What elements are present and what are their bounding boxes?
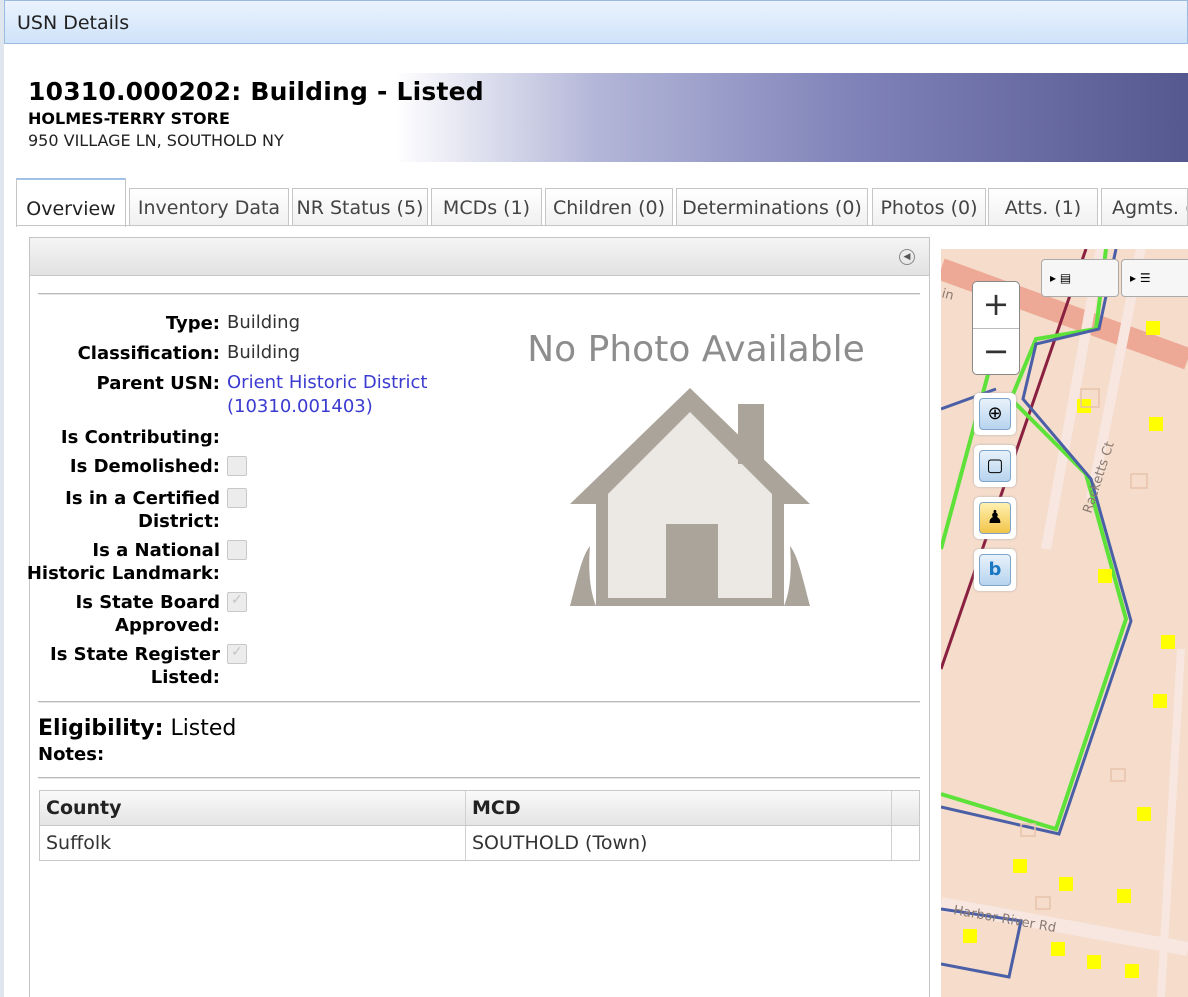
- street-view-icon[interactable]: ♟: [974, 497, 1016, 539]
- type-label: Type:: [165, 313, 220, 334]
- tab-photos[interactable]: Photos (0): [872, 188, 986, 226]
- contributing-label: Is Contributing:: [60, 427, 220, 448]
- parent-usn-number: (10310.001403): [227, 396, 373, 417]
- demolished-label: Is Demolished:: [69, 456, 220, 477]
- separator: [38, 293, 920, 295]
- classification-label: Classification:: [77, 343, 220, 364]
- demolished-checkbox[interactable]: [227, 456, 247, 476]
- property-address: 950 VILLAGE LN, SOUTHOLD NY: [28, 131, 284, 150]
- tab-determinations[interactable]: Determinations (0): [676, 188, 868, 226]
- classification-value: Building: [227, 342, 301, 363]
- eligibility-label: Eligibility:: [38, 716, 164, 741]
- overview-panel: ◀ Type: Building Classification: Buildin…: [27, 237, 930, 997]
- tab-atts[interactable]: Atts. (1): [988, 188, 1098, 226]
- zoom-out-button[interactable]: −: [973, 329, 1019, 375]
- no-photo-text: No Photo Available: [527, 329, 865, 370]
- usn-title: 10310.000202: Building - Listed: [28, 77, 484, 106]
- eligibility-line: Eligibility: Listed: [38, 716, 236, 741]
- tab-nr-status[interactable]: NR Status (5): [292, 188, 428, 226]
- certified-district-checkbox[interactable]: [227, 488, 247, 508]
- parent-usn-label: Parent USN:: [96, 373, 220, 394]
- column-mcd[interactable]: MCD: [466, 791, 892, 825]
- window-titlebar: USN Details: [4, 0, 1188, 44]
- separator: [38, 777, 920, 779]
- bing-maps-icon[interactable]: b: [974, 549, 1016, 591]
- certified-district-label-line1: Is in a Certified: [65, 488, 220, 509]
- table-row[interactable]: Suffolk SOUTHOLD (Town): [40, 826, 919, 860]
- tab-inventory-data[interactable]: Inventory Data: [129, 188, 289, 226]
- zoom-to-icon[interactable]: ⊕: [974, 393, 1016, 435]
- layer-list-toggle-button[interactable]: ▸ ☰: [1121, 259, 1188, 297]
- national-landmark-label-line1: Is a National: [92, 540, 220, 561]
- collapse-icon[interactable]: ◀: [899, 249, 915, 265]
- state-register-label-line1: Is State Register: [50, 644, 220, 665]
- eligibility-value: Listed: [170, 716, 237, 741]
- column-county[interactable]: County: [40, 791, 466, 825]
- national-landmark-label-line2: Historic Landmark:: [26, 563, 220, 584]
- zoom-control: + −: [972, 281, 1020, 375]
- cell-county: Suffolk: [40, 826, 466, 860]
- state-register-label: Is State Register Listed:: [20, 643, 220, 689]
- certified-district-label: Is in a Certified District:: [20, 487, 220, 533]
- notes-label: Notes:: [38, 744, 105, 765]
- table-header: County MCD: [40, 791, 919, 826]
- record-header: 10310.000202: Building - Listed HOLMES-T…: [4, 73, 1188, 162]
- tab-agmts[interactable]: Agmts. (: [1101, 188, 1188, 226]
- property-name: HOLMES-TERRY STORE: [28, 109, 230, 128]
- state-register-label-line2: Listed:: [150, 667, 220, 688]
- tab-bar: Overview Inventory Data NR Status (5) MC…: [16, 178, 1188, 227]
- national-landmark-checkbox[interactable]: [227, 540, 247, 560]
- parent-usn-name: Orient Historic District: [227, 372, 428, 393]
- certified-district-label-line2: District:: [138, 511, 220, 532]
- panel-header: ◀: [30, 238, 929, 276]
- mcd-table: County MCD Suffolk SOUTHOLD (Town): [39, 790, 920, 861]
- zoom-in-button[interactable]: +: [973, 282, 1019, 329]
- state-register-checkbox[interactable]: [227, 644, 247, 664]
- tab-mcds[interactable]: MCDs (1): [431, 188, 542, 226]
- tab-bar-divider: [16, 225, 1188, 226]
- parent-usn-link[interactable]: Orient Historic District (10310.001403): [227, 371, 428, 419]
- window-title: USN Details: [17, 12, 130, 34]
- house-placeholder-icon: [570, 388, 810, 606]
- state-board-label: Is State Board Approved:: [20, 591, 220, 637]
- tab-children[interactable]: Children (0): [545, 188, 673, 226]
- national-landmark-label: Is a National Historic Landmark:: [20, 539, 220, 585]
- separator: [38, 701, 920, 703]
- map-view[interactable]: Racketts Ct Harbor River Rd in + − ⊕ ▢ ♟…: [941, 249, 1188, 997]
- state-board-label-line2: Approved:: [115, 615, 220, 636]
- tab-overview[interactable]: Overview: [16, 178, 126, 227]
- state-board-label-line1: Is State Board: [75, 592, 220, 613]
- type-value: Building: [227, 312, 301, 333]
- legend-toggle-button[interactable]: ▸ ▤: [1041, 259, 1119, 297]
- state-board-checkbox[interactable]: [227, 592, 247, 612]
- cell-mcd: SOUTHOLD (Town): [466, 826, 892, 860]
- select-extent-icon[interactable]: ▢: [974, 445, 1016, 487]
